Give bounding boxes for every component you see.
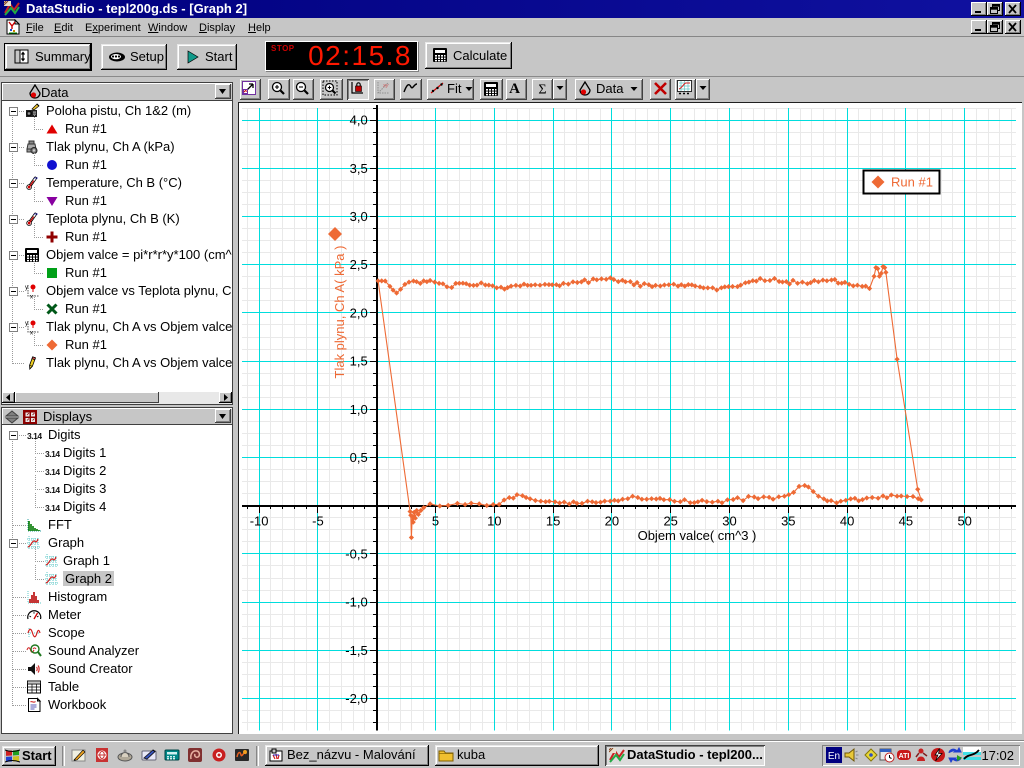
svg-text:20: 20: [605, 514, 619, 529]
svg-text:3,0: 3,0: [350, 209, 368, 224]
svg-text:2,5: 2,5: [350, 257, 368, 272]
svg-text:1,0: 1,0: [350, 402, 368, 417]
svg-text:x: x: [30, 331, 33, 336]
svg-text:3,5: 3,5: [350, 161, 368, 176]
svg-text:-2,0: -2,0: [345, 691, 367, 706]
svg-text:40: 40: [840, 514, 854, 529]
svg-text:ATI: ATI: [899, 753, 910, 760]
svg-text:3.14: 3.14: [45, 449, 60, 459]
svg-text:2,0: 2,0: [350, 305, 368, 320]
svg-text:50: 50: [957, 514, 971, 529]
svg-text:25: 25: [663, 514, 677, 529]
svg-text:y: y: [25, 321, 28, 327]
svg-text:y: y: [25, 285, 28, 291]
svg-text:10: 10: [487, 514, 501, 529]
svg-text:0,5: 0,5: [350, 450, 368, 465]
svg-text:-10: -10: [250, 514, 269, 529]
svg-text:15: 15: [546, 514, 560, 529]
svg-text:1,5: 1,5: [350, 354, 368, 369]
svg-text:°°: °°: [34, 177, 38, 183]
svg-text:3.14: 3.14: [45, 503, 60, 513]
svg-text:Σ: Σ: [538, 83, 546, 98]
svg-text:Tlak plynu, Ch A( kPa ): Tlak plynu, Ch A( kPa ): [332, 246, 347, 379]
svg-text:°°: °°: [34, 213, 38, 219]
svg-text:xy: xy: [382, 83, 390, 89]
svg-text:45: 45: [899, 514, 913, 529]
svg-text:Objem valce( cm^3 ): Objem valce( cm^3 ): [638, 528, 757, 543]
svg-text:5: 5: [432, 514, 439, 529]
svg-text:A: A: [509, 81, 520, 96]
svg-text:En: En: [828, 751, 840, 762]
svg-text:x: x: [30, 295, 33, 300]
svg-text:-1,5: -1,5: [345, 643, 367, 658]
svg-text:3.14: 3.14: [45, 485, 60, 495]
svg-text:Run #1: Run #1: [891, 175, 933, 190]
svg-text:-1,0: -1,0: [345, 595, 367, 610]
svg-text:35: 35: [781, 514, 795, 529]
svg-text:3.14: 3.14: [45, 467, 60, 477]
svg-text:-5: -5: [312, 514, 324, 529]
svg-text:-0,5: -0,5: [345, 546, 367, 561]
svg-text:30: 30: [722, 514, 736, 529]
svg-text:4,0: 4,0: [350, 113, 368, 128]
